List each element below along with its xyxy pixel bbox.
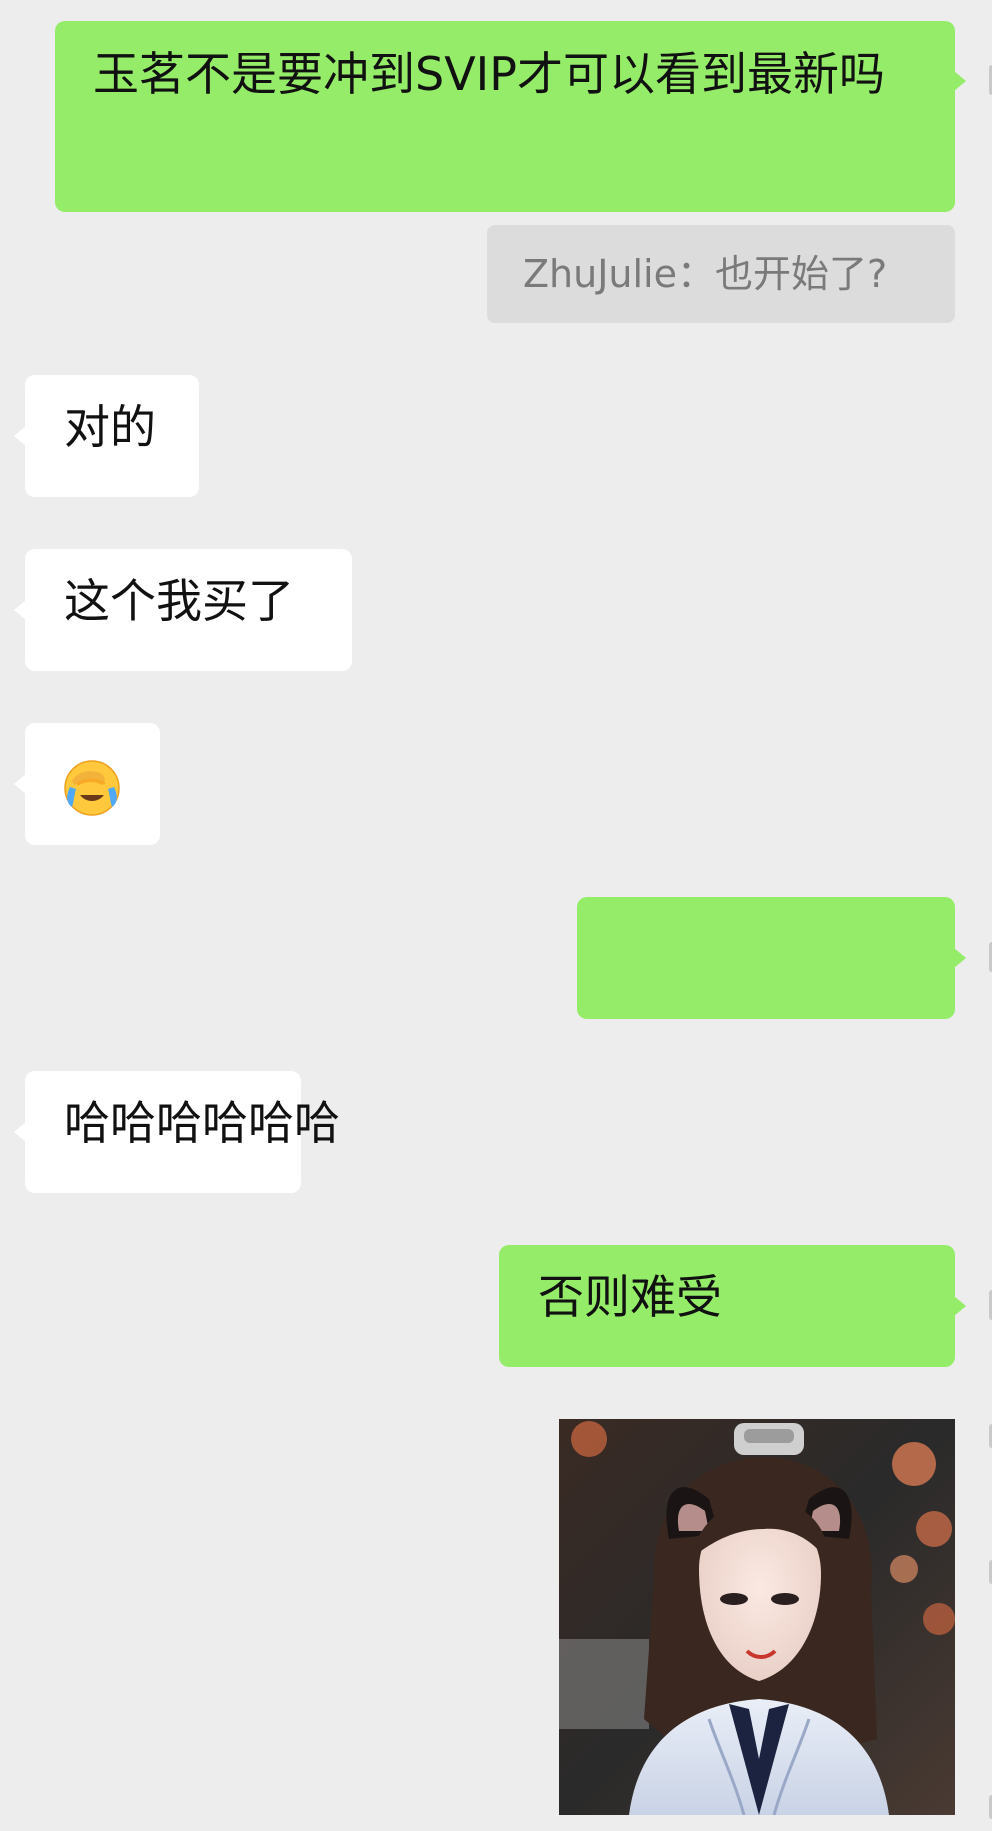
sent-message-bubble[interactable]: 玉茗不是要冲到SVIP才可以看到最新吗 xyxy=(55,21,966,212)
quoted-reply[interactable]: ZhuJulie：也开始了? xyxy=(487,225,955,323)
cat-ear-costume-portrait-photo xyxy=(559,1419,955,1815)
received-emoji-bubble[interactable] xyxy=(14,723,160,845)
received-message-bubble[interactable]: 这个我买了 xyxy=(14,549,352,671)
message-text: 对的 xyxy=(64,400,156,454)
message-text: 玉茗不是要冲到SVIP才可以看到最新吗 xyxy=(93,47,885,101)
sent-message-bubble[interactable] xyxy=(577,897,966,1019)
message-text: 否则难受 xyxy=(538,1270,722,1324)
message-text: 这个我买了 xyxy=(64,574,294,628)
received-message-bubble[interactable]: 对的 xyxy=(14,375,199,497)
sent-image-message[interactable] xyxy=(559,1419,955,1815)
face-palm-tears-emoji xyxy=(64,759,120,816)
quote-text: ZhuJulie：也开始了? xyxy=(523,252,888,296)
received-message-bubble[interactable]: 哈哈哈哈哈哈 xyxy=(14,1071,340,1193)
sent-message-bubble[interactable]: 否则难受 xyxy=(499,1245,966,1367)
message-text: 哈哈哈哈哈哈 xyxy=(64,1096,340,1150)
